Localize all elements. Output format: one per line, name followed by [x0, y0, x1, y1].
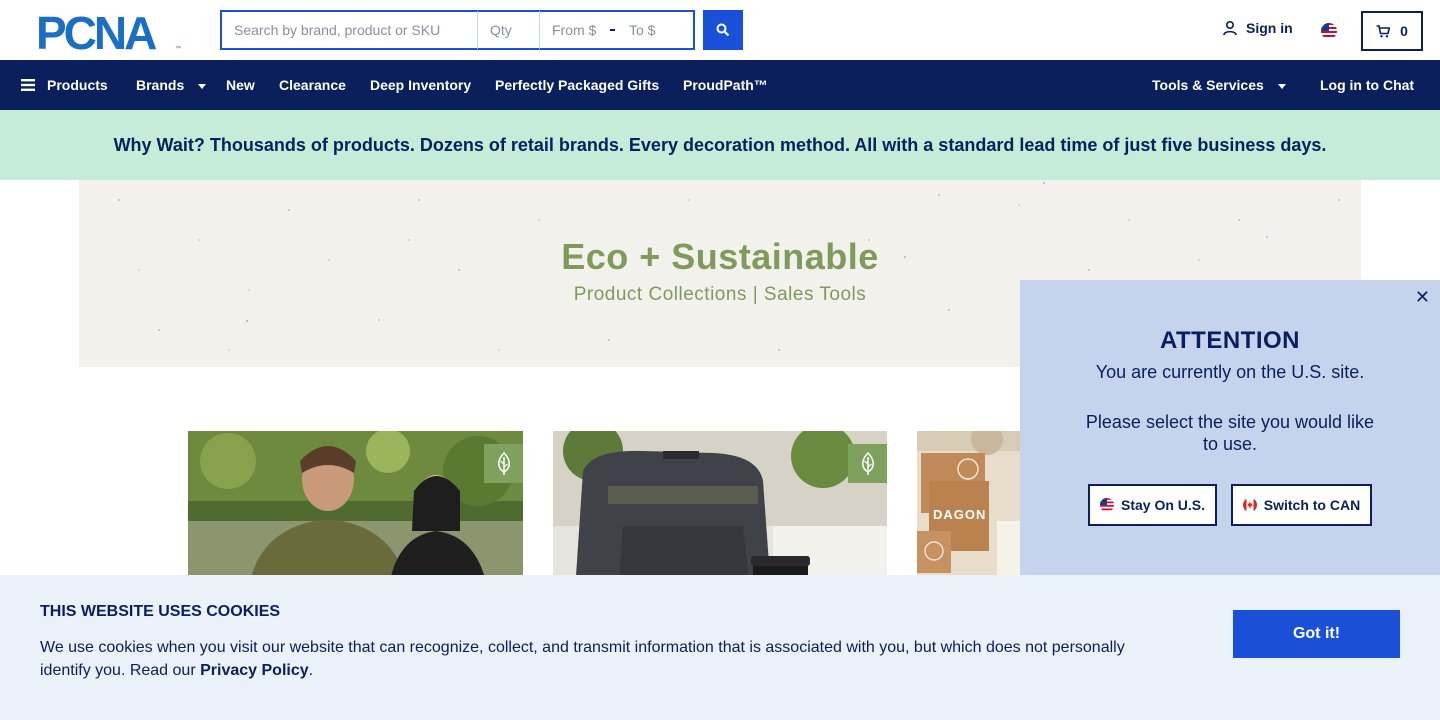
tile-brand-text: DAGON — [933, 507, 987, 522]
promo-banner: Why Wait? Thousands of products. Dozens … — [0, 110, 1440, 180]
popup-current-site-text: You are currently on the U.S. site. — [1095, 362, 1365, 382]
cart-button[interactable]: 0 — [1361, 11, 1423, 51]
us-flag-icon — [1099, 498, 1114, 512]
country-selector[interactable] — [1321, 23, 1337, 44]
nav-gifts-label: Perfectly Packaged Gifts — [495, 77, 660, 93]
nav-perfectly-packaged-gifts[interactable]: Perfectly Packaged Gifts — [495, 60, 659, 110]
svg-text:™: ™ — [175, 45, 181, 52]
cart-count: 0 — [1400, 23, 1408, 39]
search-button[interactable] — [703, 10, 743, 50]
search-group — [220, 10, 695, 50]
price-range-dash — [610, 29, 615, 31]
cookie-text-block: We use cookies when you visit our websit… — [40, 636, 1150, 682]
nav-products[interactable]: Products — [21, 60, 108, 110]
canada-flag-icon — [1242, 498, 1257, 512]
stay-us-label: Stay On U.S. — [1120, 497, 1206, 513]
nav-deep-inventory-label: Deep Inventory — [370, 77, 472, 93]
search-icon — [716, 23, 730, 37]
privacy-policy-link[interactable]: Privacy Policy — [200, 662, 309, 679]
stay-us-button[interactable]: Stay On U.S. — [1088, 484, 1217, 526]
switch-can-button[interactable]: Switch to CAN — [1231, 484, 1372, 526]
sign-in-link[interactable]: Sign in — [1222, 20, 1293, 36]
hamburger-icon — [21, 79, 35, 91]
nav-products-label: Products — [47, 77, 108, 93]
leaf-icon — [861, 451, 874, 475]
nav-brands[interactable]: Brands — [136, 60, 207, 110]
apparel-photo — [188, 431, 523, 591]
sign-in-label: Sign in — [1246, 20, 1293, 36]
country-select-popup: ✕ ATTENTION You are currently on the U.S… — [1020, 280, 1440, 580]
eco-leaf-badge — [484, 444, 523, 483]
site-header: PCNA ™ Sign in — [0, 0, 1440, 60]
nav-login-chat[interactable]: Log in to Chat — [1320, 60, 1414, 110]
price-from-input[interactable] — [552, 22, 604, 38]
product-tile-packaging[interactable]: DAGON — [917, 431, 1020, 591]
nav-chat-label: Log in to Chat — [1320, 77, 1415, 93]
backpack-photo — [553, 431, 887, 591]
eco-leaf-badge — [848, 444, 887, 483]
popup-title: ATTENTION — [1159, 327, 1301, 354]
hero-title: Eco + Sustainable — [561, 236, 879, 277]
search-input[interactable] — [220, 10, 478, 50]
product-tile-bags[interactable] — [553, 431, 887, 591]
pcna-logo[interactable]: PCNA ™ — [36, 7, 184, 59]
leaf-icon — [497, 451, 510, 475]
chevron-down-icon — [198, 83, 207, 89]
nav-brands-label: Brands — [136, 77, 185, 93]
chevron-down-icon — [1277, 83, 1286, 89]
nav-tools-services[interactable]: Tools & Services — [1152, 60, 1286, 110]
nav-new-label: New — [226, 77, 255, 93]
cookie-title: THIS WEBSITE USES COOKIES — [40, 603, 281, 620]
us-flag-icon — [1321, 23, 1337, 39]
cart-icon — [1376, 24, 1391, 37]
nav-deep-inventory[interactable]: Deep Inventory — [370, 60, 471, 110]
nav-clearance[interactable]: Clearance — [279, 60, 346, 110]
got-it-button[interactable]: Got it! — [1233, 610, 1400, 658]
cookie-banner: THIS WEBSITE USES COOKIES We use cookies… — [0, 575, 1440, 720]
nav-new[interactable]: New — [226, 60, 255, 110]
cookie-period: . — [308, 662, 314, 679]
qty-input[interactable] — [478, 10, 540, 50]
promo-text: Why Wait? Thousands of products. Dozens … — [113, 134, 1327, 155]
nav-tools-label: Tools & Services — [1152, 77, 1264, 93]
svg-text:PCNA: PCNA — [36, 12, 156, 52]
price-range — [540, 10, 695, 50]
product-tile-apparel[interactable] — [188, 431, 523, 591]
user-icon — [1223, 20, 1237, 36]
close-icon[interactable]: ✕ — [1415, 288, 1430, 306]
switch-can-label: Switch to CAN — [1263, 497, 1361, 513]
nav-clearance-label: Clearance — [279, 77, 346, 93]
price-to-input[interactable] — [629, 22, 681, 38]
nav-proudpath[interactable]: ProudPath™ — [683, 60, 768, 110]
popup-instruction-text: Please select the site you would like to… — [1085, 412, 1375, 454]
nav-proudpath-label: ProudPath™ — [683, 77, 768, 93]
main-nav: Products Brands New Clearance Deep Inven… — [0, 60, 1440, 110]
